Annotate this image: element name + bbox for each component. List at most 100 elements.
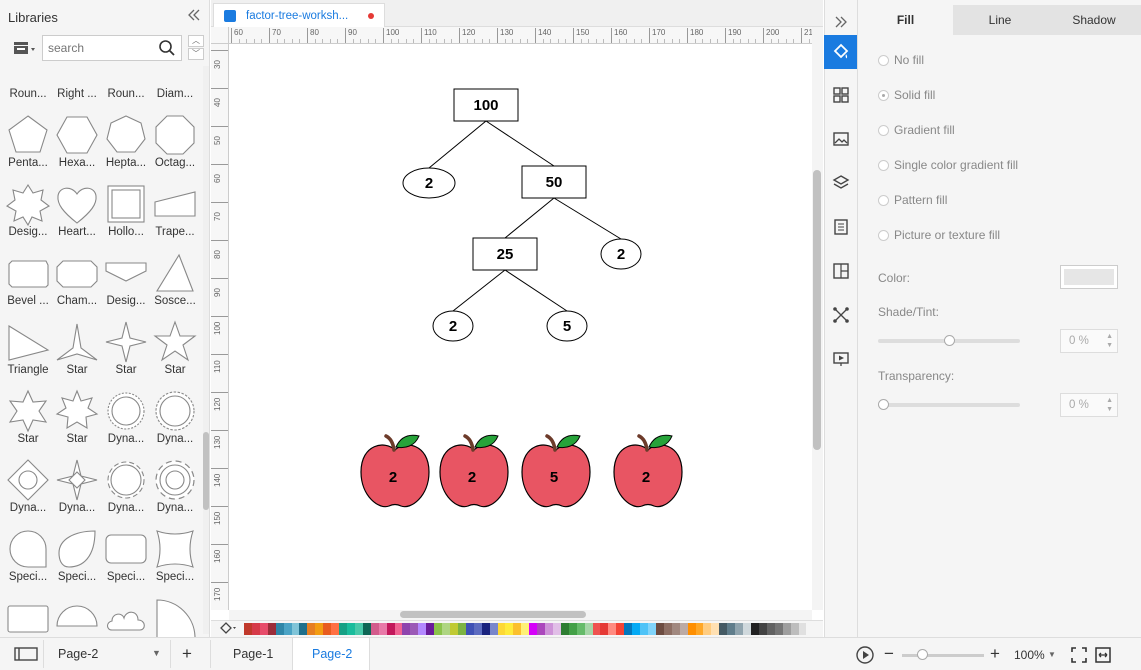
color-swatch[interactable] [655, 623, 664, 635]
page-properties-icon[interactable] [824, 210, 857, 244]
library-shape-item[interactable] [53, 596, 101, 637]
color-swatch[interactable] [648, 623, 656, 635]
library-shape-item[interactable]: Dyna... [53, 458, 101, 527]
color-swatch[interactable] [259, 623, 268, 635]
scroll-up-button[interactable]: ︿ [188, 35, 204, 47]
apple-icon[interactable]: 2 [360, 434, 430, 508]
tree-connector[interactable] [504, 269, 568, 312]
color-swatch[interactable] [671, 623, 680, 635]
transparency-value-input[interactable]: 0 % ▲ ▼ [1060, 393, 1118, 417]
apple-icon[interactable]: 2 [613, 434, 683, 508]
tree-node[interactable]: 25 [472, 237, 538, 271]
color-swatch[interactable] [552, 623, 561, 635]
color-swatch[interactable] [505, 623, 514, 635]
stepper-icon[interactable]: ▲ ▼ [1106, 332, 1113, 350]
library-shape-item[interactable]: Dyna... [102, 389, 150, 458]
library-shape-item[interactable]: Dyna... [151, 458, 199, 527]
color-swatch[interactable] [465, 623, 474, 635]
color-swatch[interactable] [370, 623, 379, 635]
library-shape-item[interactable]: Hepta... [102, 113, 150, 182]
color-swatch[interactable] [402, 623, 411, 635]
radio-icon[interactable] [878, 159, 889, 171]
color-swatch[interactable] [758, 623, 767, 635]
library-shape-item[interactable]: Dyna... [151, 389, 199, 458]
library-shape-item[interactable]: Penta... [4, 113, 52, 182]
tree-node[interactable]: 5 [546, 310, 588, 342]
color-swatch[interactable] [584, 623, 593, 635]
color-swatch[interactable] [244, 623, 252, 635]
color-swatch[interactable] [323, 623, 332, 635]
library-shape-item[interactable]: Dyna... [102, 458, 150, 527]
grid-panel-icon[interactable] [824, 78, 857, 112]
color-swatch[interactable] [346, 623, 355, 635]
tab-page-1[interactable]: Page-1 [233, 647, 273, 661]
color-swatch[interactable] [521, 623, 530, 635]
color-swatch[interactable] [497, 623, 506, 635]
color-swatch[interactable] [394, 623, 403, 635]
color-swatch[interactable] [283, 623, 292, 635]
color-swatch[interactable] [457, 623, 466, 635]
library-shape-item[interactable]: Star [102, 320, 150, 389]
tab-shadow[interactable]: Shadow [1047, 5, 1141, 35]
color-swatch[interactable] [727, 623, 736, 635]
no-fill-option[interactable]: No fill [878, 53, 924, 67]
color-swatch[interactable] [418, 623, 427, 635]
color-swatch[interactable] [782, 623, 791, 635]
library-shape-item[interactable]: Roun... [102, 66, 150, 113]
color-swatch[interactable] [275, 623, 284, 635]
solid-fill-option[interactable]: Solid fill [878, 88, 935, 102]
chevron-down-icon[interactable]: ▼ [1048, 650, 1056, 659]
color-swatch[interactable] [798, 623, 807, 635]
color-swatch[interactable] [743, 623, 751, 635]
color-swatch[interactable] [339, 623, 347, 635]
library-shape-item[interactable]: Hexa... [53, 113, 101, 182]
tree-connector[interactable] [504, 197, 555, 239]
tree-node[interactable]: 100 [453, 88, 519, 122]
color-swatch[interactable] [687, 623, 696, 635]
apple-icon[interactable]: 5 [521, 434, 591, 508]
library-shape-item[interactable]: Right ... [53, 66, 101, 113]
chevron-down-icon[interactable]: ▼ [152, 648, 161, 658]
library-shape-item[interactable]: Roun... [4, 66, 52, 113]
library-shape-item[interactable]: Desig... [4, 182, 52, 251]
library-shape-item[interactable]: Speci... [53, 527, 101, 596]
zoom-slider-knob[interactable] [916, 649, 928, 660]
fill-panel-icon[interactable] [824, 35, 857, 69]
color-swatch[interactable] [766, 623, 775, 635]
library-scroll-thumb[interactable] [203, 432, 209, 510]
scroll-down-button[interactable]: ﹀ [188, 48, 204, 60]
canvas-vertical-scroll-thumb[interactable] [813, 170, 821, 450]
library-shape-item[interactable]: Heart... [53, 182, 101, 251]
tab-page-2[interactable]: Page-2 [312, 647, 352, 661]
color-swatch[interactable] [434, 623, 443, 635]
transparency-slider-knob[interactable] [878, 399, 889, 410]
zoom-in-icon[interactable]: + [990, 644, 1000, 664]
color-swatch[interactable] [489, 623, 498, 635]
radio-selected-icon[interactable] [878, 89, 889, 101]
color-swatch[interactable] [751, 623, 759, 635]
color-swatch[interactable] [719, 623, 728, 635]
radio-icon[interactable] [878, 54, 889, 66]
color-swatch[interactable] [362, 623, 371, 635]
presentation-panel-icon[interactable] [824, 342, 857, 376]
canvas-horizontal-scroll-thumb[interactable] [400, 611, 586, 618]
factor-tree-diagram[interactable]: 1002 5025 22 52 2 5 2 [229, 44, 812, 610]
tree-node[interactable]: 2 [600, 238, 642, 270]
color-swatch[interactable] [410, 623, 419, 635]
library-shape-item[interactable]: Desig... [102, 251, 150, 320]
color-swatch[interactable] [576, 623, 585, 635]
radio-icon[interactable] [878, 124, 889, 136]
fill-bucket-icon[interactable] [218, 622, 240, 636]
library-shape-item[interactable]: Dyna... [4, 458, 52, 527]
color-swatch[interactable] [663, 623, 672, 635]
library-shape-item[interactable]: Star [53, 389, 101, 458]
page-select[interactable]: Page-2 [58, 647, 98, 661]
zoom-value[interactable]: 100% [1014, 648, 1045, 662]
color-swatch[interactable] [624, 623, 633, 635]
color-swatch[interactable] [529, 623, 538, 635]
tree-connector[interactable] [553, 197, 622, 240]
color-swatch[interactable] [291, 623, 300, 635]
color-swatch[interactable] [600, 623, 609, 635]
color-swatch[interactable] [426, 623, 435, 635]
color-swatch[interactable] [711, 623, 720, 635]
